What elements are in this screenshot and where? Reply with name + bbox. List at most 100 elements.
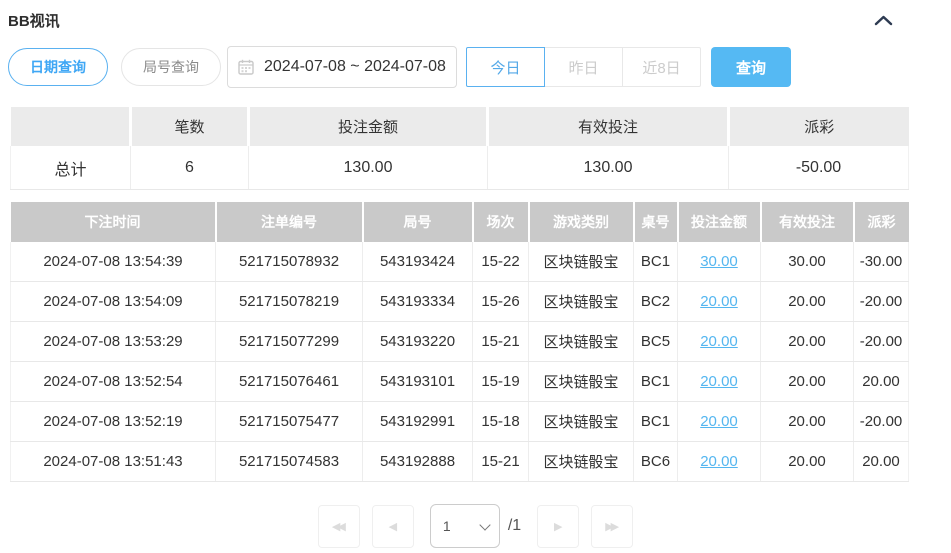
cell-session: 15-22 [472,242,529,282]
cell-session: 15-19 [472,361,529,402]
summary-col-bet-amount: 投注金额 [247,107,488,146]
cell-valid-bet: 20.00 [760,441,854,482]
summary-total-row: 总计 6 130.00 130.00 -50.00 [10,146,909,190]
chevron-left-icon: ◀ [388,520,398,533]
table-row: 2024-07-08 13:52:54 521715076461 5431931… [10,361,909,402]
cell-valid-bet: 20.00 [760,281,854,322]
total-pages-label: /1 [507,517,522,534]
cell-valid-bet: 30.00 [760,242,854,282]
cell-round-id: 543193424 [362,242,473,282]
bet-amount-link[interactable]: 20.00 [700,373,738,390]
pagination: ◀◀ ◀ 1 /1 ▶ ▶▶ [0,504,951,548]
cell-table-no: BC5 [633,321,678,362]
cell-game-type: 区块链骰宝 [528,441,634,482]
date-range-field [227,46,457,88]
table-row: 2024-07-08 13:54:09 521715078219 5431933… [10,281,909,322]
table-row: 2024-07-08 13:53:29 521715077299 5431932… [10,321,909,362]
summary-total-valid-bet: 130.00 [487,146,729,190]
cell-game-type: 区块链骰宝 [528,242,634,282]
col-round-id: 局号 [361,202,473,242]
cell-payout: 20.00 [853,361,909,402]
cell-round-id: 543192888 [362,441,473,482]
cell-game-type: 区块链骰宝 [528,401,634,442]
cell-order-id: 521715078219 [215,281,363,322]
cell-order-id: 521715075477 [215,401,363,442]
quick-range-last8days-button[interactable]: 近8日 [622,47,701,87]
cell-payout: -30.00 [853,242,909,282]
cell-payout: 20.00 [853,441,909,482]
summary-table: 笔数 投注金额 有效投注 派彩 总计 6 130.00 130.00 -50.0… [10,107,909,190]
cell-bet-amount: 20.00 [677,401,761,442]
cell-bet-time: 2024-07-08 13:52:54 [10,361,216,402]
date-query-tab[interactable]: 日期查询 [8,48,108,86]
summary-col-count: 笔数 [129,107,249,146]
bet-amount-link[interactable]: 20.00 [700,293,738,310]
summary-total-count: 6 [130,146,249,190]
cell-session: 15-21 [472,321,529,362]
cell-order-id: 521715076461 [215,361,363,402]
cell-valid-bet: 20.00 [760,321,854,362]
summary-total-payout: -50.00 [728,146,909,190]
table-row: 2024-07-08 13:52:19 521715075477 5431929… [10,401,909,442]
cell-bet-time: 2024-07-08 13:52:19 [10,401,216,442]
cell-game-type: 区块链骰宝 [528,321,634,362]
cell-table-no: BC1 [633,361,678,402]
bet-table-body: 2024-07-08 13:54:39 521715078932 5431934… [10,242,909,482]
collapse-panel-button[interactable] [872,13,895,28]
summary-col-payout: 派彩 [727,107,909,146]
quick-range-group: 今日 昨日 近8日 [466,47,701,87]
chevron-up-icon [874,14,893,29]
cell-bet-amount: 30.00 [677,242,761,282]
next-page-button[interactable]: ▶ [537,504,580,548]
cell-session: 15-21 [472,441,529,482]
cell-session: 15-18 [472,401,529,442]
cell-order-id: 521715077299 [215,321,363,362]
bet-amount-link[interactable]: 20.00 [700,333,738,350]
cell-bet-time: 2024-07-08 13:51:43 [10,441,216,482]
cell-game-type: 区块链骰宝 [528,281,634,322]
summary-header-row: 笔数 投注金额 有效投注 派彩 [10,107,909,146]
cell-valid-bet: 20.00 [760,361,854,402]
filter-toolbar: 日期查询 局号查询 今日 昨日 近8日 [8,46,951,88]
page-select[interactable]: 1 [429,504,500,548]
cell-round-id: 543193220 [362,321,473,362]
cell-payout: -20.00 [853,401,909,442]
cell-order-id: 521715078932 [215,242,363,282]
cell-round-id: 543193334 [362,281,473,322]
cell-bet-amount: 20.00 [677,441,761,482]
quick-range-today-button[interactable]: 今日 [466,47,545,87]
table-row: 2024-07-08 13:54:39 521715078932 5431934… [10,242,909,282]
cell-bet-time: 2024-07-08 13:54:09 [10,281,216,322]
col-order-id: 注单编号 [214,202,363,242]
cell-bet-amount: 20.00 [677,281,761,322]
col-bet-amount: 投注金额 [676,202,761,242]
bet-amount-link[interactable]: 20.00 [700,453,738,470]
quick-range-yesterday-button[interactable]: 昨日 [544,47,623,87]
cell-order-id: 521715074583 [215,441,363,482]
prev-page-button[interactable]: ◀ [371,504,414,548]
cell-round-id: 543193101 [362,361,473,402]
cell-table-no: BC2 [633,281,678,322]
summary-total-label: 总计 [10,146,131,190]
cell-table-no: BC1 [633,401,678,442]
chevron-right-icon: ▶ [553,520,563,533]
page-select-wrap: 1 [429,504,500,548]
summary-total-bet-amount: 130.00 [248,146,488,190]
bb-video-panel: BB视讯 日期查询 局号查询 2024-07-08 ~ 2024-07-08 今… [0,0,951,553]
cell-payout: -20.00 [853,321,909,362]
cell-table-no: BC6 [633,441,678,482]
bet-amount-link[interactable]: 20.00 [700,413,738,430]
cell-bet-time: 2024-07-08 13:54:39 [10,242,216,282]
date-range-input[interactable] [227,46,457,88]
first-page-button[interactable]: ◀◀ [317,504,360,548]
col-game-type: 游戏类别 [527,202,634,242]
cell-round-id: 543192991 [362,401,473,442]
round-query-tab[interactable]: 局号查询 [121,48,221,86]
last-page-button[interactable]: ▶▶ [591,504,634,548]
summary-col-blank [10,107,131,146]
bet-amount-link[interactable]: 30.00 [700,253,738,270]
cell-session: 15-26 [472,281,529,322]
col-payout: 派彩 [852,202,909,242]
search-button[interactable]: 查询 [711,47,791,87]
col-valid-bet: 有效投注 [759,202,854,242]
